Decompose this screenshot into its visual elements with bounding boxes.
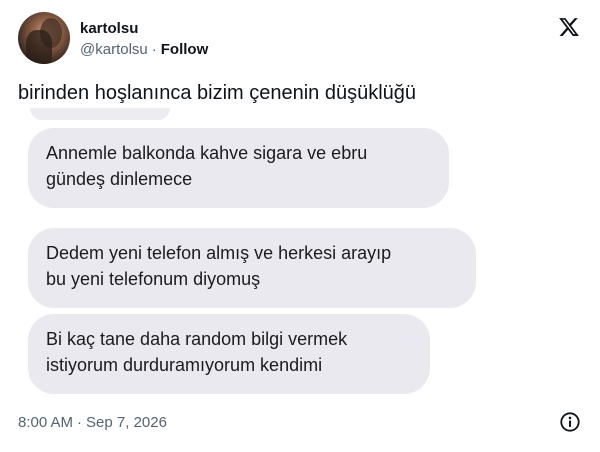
message-bubble: Annemle balkonda kahve sigara ve ebru gü… [28,128,449,208]
message-line: gündeş dinlemece [46,169,193,189]
follow-button[interactable]: Follow [161,41,209,58]
info-icon[interactable] [559,411,581,433]
message-bubble: Bi kaç tane daha random bilgi vermek ist… [28,314,430,394]
author-handle[interactable]: @kartolsu [80,41,148,58]
message-line: bu yeni telefonum diyomuş [46,269,261,289]
tweet-timestamp[interactable]: 8:00 AM · Sep 7, 2026 [18,414,167,431]
message-bubble: Dedem yeni telefon almış ve herkesi aray… [28,228,476,308]
tweet-card: kartolsu @kartolsu · Follow birinden hoşla… [0,0,600,452]
x-logo-icon[interactable] [558,16,580,38]
message-line: Dedem yeni telefon almış ve herkesi aray… [46,243,392,263]
author-display-name[interactable]: kartolsu [80,20,138,37]
tweet-text: birinden hoşlanınca bizim çenenin düşükl… [18,82,417,104]
handle-separator: · [151,41,157,58]
timestamp-separator: · [77,414,83,431]
tweet-date: Sep 7, 2026 [86,414,167,431]
avatar-figure [26,30,52,64]
avatar[interactable] [18,12,70,64]
message-line: istiyorum durduramıyorum kendimi [46,355,323,375]
message-line: Bi kaç tane daha random bilgi vermek [46,329,348,349]
author-handle-row: @kartolsu · Follow [80,41,208,58]
message-line: Annemle balkonda kahve sigara ve ebru [46,143,368,163]
cropped-message-bubble [30,108,170,120]
tweet-time: 8:00 AM [18,414,74,431]
